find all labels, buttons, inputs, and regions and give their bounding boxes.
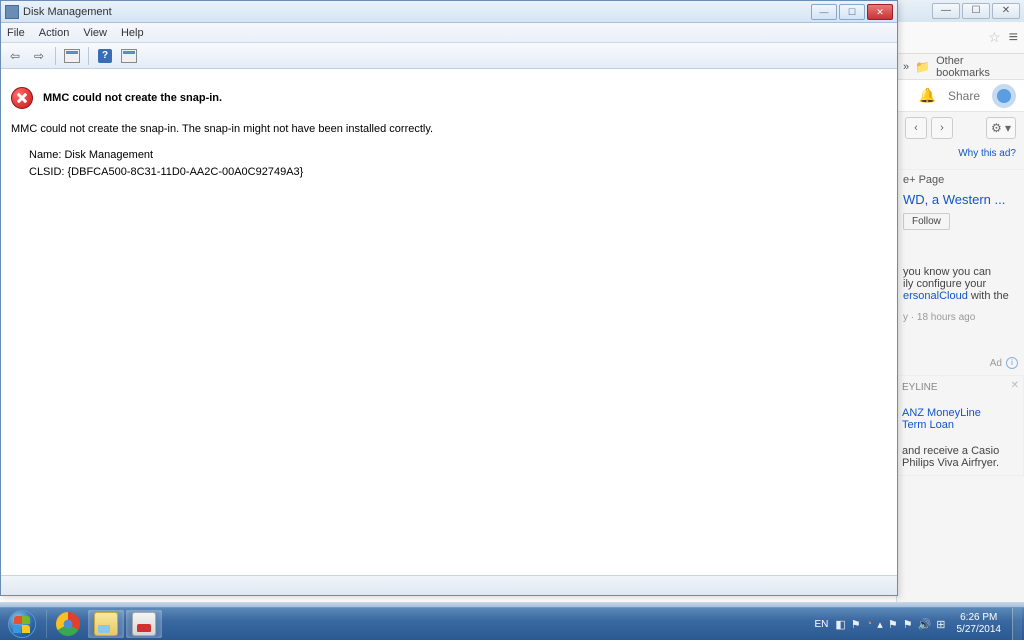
ad-label: Ad [990, 358, 1002, 369]
ad-info-icon[interactable]: i [1006, 357, 1018, 369]
bookmarks-overflow[interactable]: » [903, 61, 909, 73]
error-name-line: Name: Disk Management [29, 149, 887, 161]
folder-icon: 📁 [915, 60, 930, 74]
properties-button[interactable] [119, 46, 139, 66]
tip-line: ily configure your [903, 278, 1018, 290]
bell-icon[interactable]: 🔔 [919, 87, 936, 104]
menu-file[interactable]: File [7, 27, 25, 39]
taskbar: EN ◧ ⚑ ◔ ▴ ⚑ ⚑ 🔊 ⊞ 6:26 PM 5/27/2014 [0, 607, 1024, 640]
volume-icon[interactable]: 🔊 [918, 618, 932, 631]
taskbar-item-toolbox[interactable] [126, 610, 162, 638]
network-icon[interactable]: ⊞ [936, 618, 945, 631]
menu-help[interactable]: Help [121, 27, 144, 39]
star-icon[interactable]: ☆ [988, 29, 1001, 46]
show-hide-tree-button[interactable] [62, 46, 82, 66]
chrome-icon [56, 612, 80, 636]
share-button[interactable]: Share [948, 89, 980, 103]
menu-action[interactable]: Action [39, 27, 70, 39]
chrome-close-button[interactable]: ✕ [992, 3, 1020, 19]
error-title: MMC could not create the snap-in. [43, 92, 222, 104]
show-desktop-button[interactable] [1012, 608, 1022, 641]
taskbar-item-explorer[interactable] [88, 610, 124, 638]
ad-title[interactable]: Term Loan [902, 419, 1019, 431]
dm-content: MMC could not create the snap-in. MMC co… [3, 69, 895, 573]
system-tray: EN ◧ ⚑ ◔ ▴ ⚑ ⚑ 🔊 ⊞ 6:26 PM 5/27/2014 [810, 608, 1024, 641]
follow-button[interactable]: Follow [903, 213, 950, 230]
taskbar-separator [46, 610, 47, 638]
dm-close-button[interactable]: ✕ [867, 4, 893, 20]
clock-date: 5/27/2014 [957, 624, 1002, 636]
error-clsid-line: CLSID: {DBFCA500-8C31-11D0-AA2C-00A0C927… [29, 166, 887, 178]
dm-menubar: File Action View Help [1, 23, 897, 43]
wd-link[interactable]: WD, a Western ... [903, 192, 1018, 207]
page-label: e+ Page [903, 174, 944, 186]
start-button[interactable] [0, 608, 44, 641]
menu-view[interactable]: View [83, 27, 107, 39]
nav-forward-button[interactable]: › [931, 117, 953, 139]
toolbar-separator [55, 47, 56, 65]
chrome-maximize-button[interactable]: ☐ [962, 3, 990, 19]
toolbox-icon [132, 612, 156, 636]
bookmarks-bar: » 📁 Other bookmarks [897, 54, 1024, 80]
error-icon [11, 87, 33, 109]
avatar[interactable] [992, 84, 1016, 108]
chrome-window: — ☐ ✕ ☆ ≡ » 📁 Other bookmarks 🔔 Share ‹ … [896, 0, 1024, 607]
tray-icon[interactable]: ▴ [877, 618, 883, 631]
chrome-toolbar: ☆ ≡ [897, 22, 1024, 54]
dm-minimize-button[interactable]: — [811, 4, 837, 20]
disk-management-window: Disk Management — ☐ ✕ File Action View H… [0, 0, 898, 596]
tray-flag-icon[interactable]: ⚑ [888, 618, 898, 631]
tray-icon[interactable]: ◧ [835, 618, 845, 631]
dm-maximize-button[interactable]: ☐ [839, 4, 865, 20]
nav-row: ‹ › ⚙ ▾ [897, 112, 1024, 144]
back-button[interactable]: ⇦ [5, 46, 25, 66]
tip-time: y · 18 hours ago [903, 312, 1018, 323]
nav-back-button[interactable]: ‹ [905, 117, 927, 139]
dm-app-icon [5, 5, 19, 19]
tray-flag-icon[interactable]: ⚑ [851, 618, 861, 631]
chrome-titlebar: — ☐ ✕ [897, 0, 1024, 22]
help-button[interactable]: ? [95, 46, 115, 66]
chrome-minimize-button[interactable]: — [932, 3, 960, 19]
tip-line: with the [968, 290, 1009, 302]
ad-eyeline: EYLINE [902, 382, 1019, 393]
share-bar: 🔔 Share [897, 80, 1024, 112]
language-indicator[interactable]: EN [812, 619, 830, 630]
other-bookmarks[interactable]: Other bookmarks [936, 55, 1018, 79]
ad-title[interactable]: ANZ MoneyLine [902, 407, 1019, 419]
why-this-ad-link[interactable]: Why this ad? [897, 144, 1024, 169]
ad-close-icon[interactable]: ✕ [1011, 380, 1019, 391]
tray-flag-icon[interactable]: ⚑ [903, 618, 913, 631]
tip-link[interactable]: ersonalCloud [903, 290, 968, 302]
ad-card: ✕ EYLINE ANZ MoneyLine Term Loan and rec… [897, 375, 1024, 476]
page-section: e+ Page WD, a Western ... Follow you kno… [897, 169, 1024, 327]
menu-icon[interactable]: ≡ [1009, 29, 1018, 47]
dm-titlebar[interactable]: Disk Management — ☐ ✕ [1, 1, 897, 23]
ad-body: and receive a Casio [902, 445, 1019, 457]
dm-statusbar [1, 575, 897, 595]
ad-body: Philips Viva Airfryer. [902, 457, 1019, 469]
clock[interactable]: 6:26 PM 5/27/2014 [951, 612, 1008, 636]
ad-row: Ad i [897, 355, 1024, 371]
windows-orb-icon [8, 610, 36, 638]
tip-line: you know you can [903, 266, 1018, 278]
taskbar-item-chrome[interactable] [50, 610, 86, 638]
file-explorer-icon [94, 612, 118, 636]
dm-title: Disk Management [23, 6, 811, 18]
gear-button[interactable]: ⚙ ▾ [986, 117, 1016, 139]
tray-icon[interactable]: ◔ [866, 618, 873, 630]
error-body: MMC could not create the snap-in. The sn… [11, 123, 887, 135]
forward-button[interactable]: ⇨ [29, 46, 49, 66]
clock-time: 6:26 PM [957, 612, 1002, 624]
toolbar-separator [88, 47, 89, 65]
dm-toolbar: ⇦ ⇨ ? [1, 43, 897, 69]
